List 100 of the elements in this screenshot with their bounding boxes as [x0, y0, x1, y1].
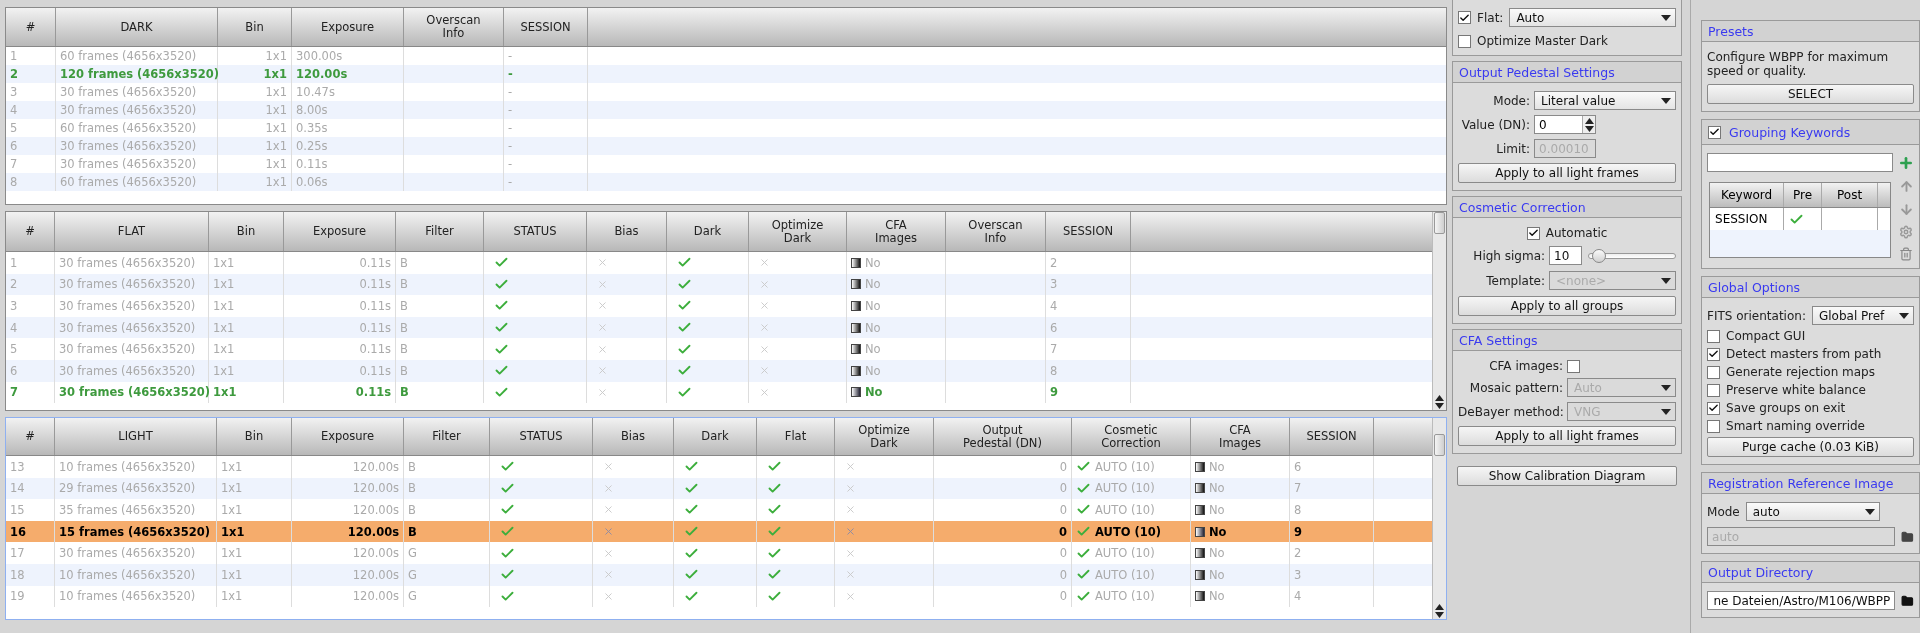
table-cell: 13	[6, 456, 55, 478]
column-header[interactable]: #	[6, 418, 55, 455]
column-header[interactable]: #	[6, 8, 56, 46]
table-row[interactable]: SESSION	[1710, 208, 1890, 230]
column-header[interactable]: Overscan Info	[404, 8, 504, 46]
checkbox-label: Smart naming override	[1726, 419, 1865, 433]
select-button[interactable]: SELECT	[1707, 84, 1914, 104]
apply-button[interactable]: Apply to all light frames	[1458, 163, 1677, 183]
spin-box[interactable]: 0	[1534, 115, 1597, 134]
checkbox[interactable]	[1458, 34, 1472, 48]
checkbox[interactable]	[1526, 226, 1540, 240]
table-cell: 120.00s	[292, 542, 404, 564]
apply-button[interactable]: Apply to all groups	[1458, 296, 1677, 316]
scrollbar-thumb[interactable]	[1434, 434, 1446, 456]
scroll-down-icon[interactable]	[1435, 403, 1445, 409]
column-header[interactable]: Pre	[1784, 183, 1823, 207]
table-cell: 0.11s	[284, 295, 396, 317]
dropdown[interactable]: Literal value	[1534, 91, 1677, 110]
column-header[interactable]: Cosmetic Correction	[1072, 418, 1191, 455]
scroll-down-icon[interactable]	[1435, 612, 1445, 618]
folder-icon[interactable]	[1901, 529, 1914, 544]
checkbox[interactable]	[1707, 419, 1721, 433]
column-header[interactable]: Dark	[667, 212, 749, 251]
checkbox[interactable]	[1708, 125, 1722, 139]
scrollbar[interactable]	[1432, 418, 1447, 619]
slider-thumb[interactable]	[1592, 248, 1607, 263]
table-cell-text: No	[1209, 589, 1225, 604]
gradient-icon	[851, 344, 861, 355]
add-icon[interactable]	[1898, 155, 1914, 171]
column-header[interactable]: #	[6, 212, 55, 251]
purge-cache-button[interactable]: Purge cache (0.03 KiB)	[1707, 437, 1914, 457]
scroll-up-icon[interactable]	[1435, 395, 1445, 401]
column-header[interactable]: LIGHT	[55, 418, 217, 455]
input-field[interactable]	[1707, 153, 1893, 172]
column-header[interactable]: DARK	[56, 8, 218, 46]
apply-button[interactable]: Apply to all light frames	[1458, 426, 1677, 446]
column-header[interactable]: Optimize Dark	[749, 212, 847, 251]
table-cell: B	[396, 359, 484, 382]
column-header[interactable]: STATUS	[490, 418, 593, 455]
column-header[interactable]: Exposure	[284, 212, 396, 251]
spin-up-icon[interactable]	[1584, 117, 1594, 124]
column-header[interactable]: Keyword	[1710, 183, 1785, 207]
caret-icon	[1661, 384, 1672, 391]
column-header[interactable]: Bin	[209, 212, 284, 251]
checkbox[interactable]	[1707, 329, 1721, 343]
column-header[interactable]: Flat	[757, 418, 835, 455]
show-diagram-button[interactable]: Show Calibration Diagram	[1457, 466, 1678, 486]
column-header[interactable]: Bin	[218, 8, 292, 46]
field-label: Mode	[1707, 504, 1740, 519]
trash-icon[interactable]	[1899, 247, 1913, 261]
scroll-up-icon[interactable]	[1435, 604, 1445, 610]
field-label: Mode:	[1492, 93, 1531, 108]
column-header[interactable]: Filter	[396, 212, 484, 251]
column-header[interactable]: Optimize Dark	[835, 418, 934, 455]
dropdown[interactable]: Global Pref	[1811, 306, 1914, 325]
table-cell: 2	[1046, 252, 1131, 274]
caret-icon	[1661, 277, 1672, 284]
column-header[interactable]: STATUS	[484, 212, 587, 251]
column-header[interactable]: Overscan Info	[946, 212, 1046, 251]
column-header[interactable]: Exposure	[292, 8, 404, 46]
scrollbar-thumb[interactable]	[1434, 212, 1446, 234]
group-title: Output Directory	[1708, 564, 1814, 580]
column-header[interactable]: Bias	[593, 418, 674, 455]
column-header[interactable]: Exposure	[292, 418, 404, 455]
dropdown[interactable]: auto	[1745, 502, 1880, 521]
checkbox[interactable]	[1707, 347, 1721, 361]
column-header[interactable]: CFA Images	[1191, 418, 1290, 455]
checkbox[interactable]	[1707, 383, 1721, 397]
scrollbar[interactable]	[1432, 212, 1447, 410]
column-header[interactable]: Dark	[674, 418, 757, 455]
gradient-icon	[1195, 505, 1205, 515]
column-header[interactable]: Output Pedestal (DN)	[934, 418, 1072, 455]
folder-icon[interactable]	[1901, 593, 1914, 608]
table-cell: 7	[6, 381, 55, 404]
column-header[interactable]: CFA Images	[847, 212, 946, 251]
column-header[interactable]: Bin	[217, 418, 292, 455]
dropdown[interactable]: Auto	[1509, 8, 1677, 27]
group-title: Global Options	[1708, 279, 1801, 295]
checkbox[interactable]	[1458, 11, 1472, 24]
spin-down-icon[interactable]	[1584, 125, 1594, 132]
group-title: CFA Settings	[1459, 332, 1538, 348]
table-row[interactable]: 16 15 frames (4656x3520) 1x1 120.00s B 0 AUTO (10) No 9	[6, 520, 1433, 543]
caret-icon	[1899, 312, 1909, 319]
column-header[interactable]: SESSION	[1290, 418, 1374, 455]
field-label: Template:	[1485, 273, 1546, 288]
column-header[interactable]: Filter	[404, 418, 490, 455]
checkbox[interactable]	[1707, 365, 1721, 379]
table-cell: 3	[1290, 563, 1374, 586]
column-header[interactable]: FLAT	[55, 212, 209, 251]
input-field[interactable]: 10	[1549, 246, 1583, 265]
column-header[interactable]: Post	[1822, 183, 1879, 207]
gradient-icon	[1195, 483, 1205, 494]
checkbox[interactable]	[1707, 401, 1721, 415]
column-header[interactable]: SESSION	[504, 8, 588, 46]
gradient-icon	[1195, 591, 1205, 602]
input-field[interactable]: ne Dateien/Astro/M106/WBPP	[1707, 591, 1896, 610]
column-header[interactable]: SESSION	[1046, 212, 1131, 251]
column-header[interactable]: Bias	[587, 212, 667, 251]
checkbox[interactable]	[1567, 359, 1581, 373]
table-cell-text: No	[865, 385, 883, 400]
